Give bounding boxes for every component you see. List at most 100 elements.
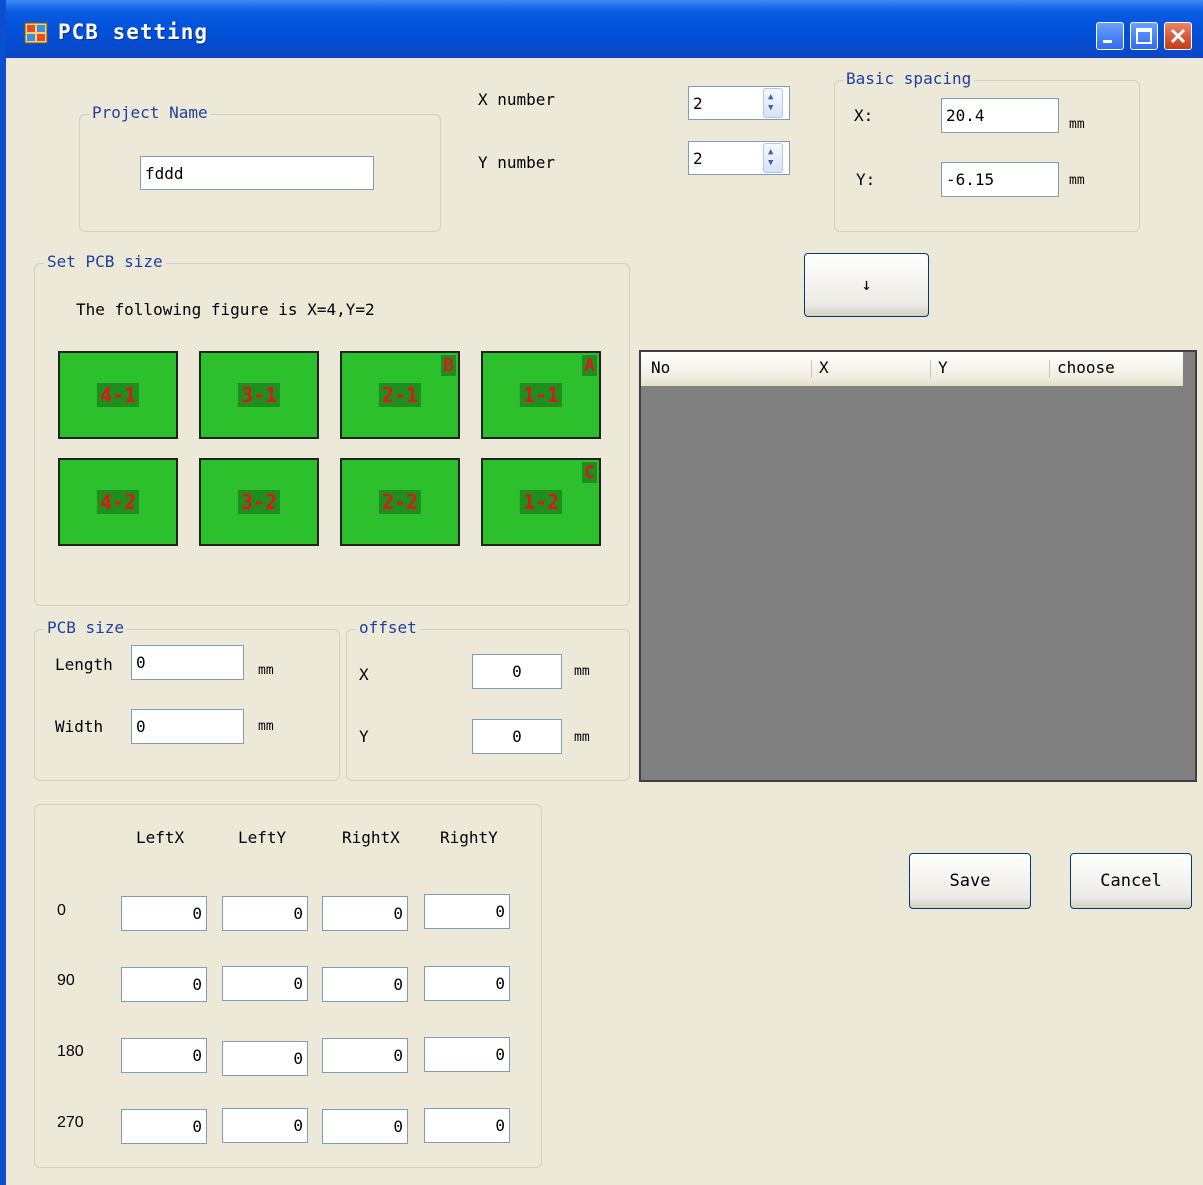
x-number-label: X number — [478, 90, 556, 109]
width-input[interactable] — [131, 709, 244, 744]
panel-label: 3-1 — [237, 383, 281, 407]
project-name-legend: Project Name — [89, 103, 211, 122]
panel-corner-marker: C — [582, 462, 597, 483]
spin-up-icon: ▲ — [768, 147, 774, 157]
panel-3-2: 3-2 — [199, 458, 319, 546]
length-input[interactable] — [131, 645, 244, 680]
transfer-down-button[interactable]: ↓ — [804, 253, 929, 317]
column-header-y[interactable]: Y — [938, 358, 948, 377]
lefty-180-input[interactable] — [222, 1041, 308, 1076]
angle-label-0: 0 — [57, 902, 66, 919]
column-divider[interactable] — [811, 360, 812, 378]
offset-y-unit: mm — [574, 730, 590, 745]
close-button[interactable] — [1164, 22, 1192, 50]
panel-label: 1-1 — [519, 383, 563, 407]
offset-group — [346, 629, 630, 781]
project-name-input[interactable] — [140, 156, 374, 190]
app-icon — [24, 22, 48, 44]
panel-label: 1-2 — [519, 490, 563, 514]
x-number-spin-buttons[interactable]: ▲ ▼ — [763, 88, 783, 118]
y-number-label: Y number — [478, 153, 556, 172]
panel-label: 3-2 — [237, 490, 281, 514]
cancel-button[interactable]: Cancel — [1070, 853, 1192, 909]
panel-1-2: C 1-2 — [481, 458, 601, 546]
maximize-icon — [1136, 28, 1152, 44]
save-button[interactable]: Save — [909, 853, 1031, 909]
window-title: PCB setting — [58, 20, 209, 44]
column-header-x[interactable]: X — [819, 358, 829, 377]
angle-label-270: 270 — [57, 1114, 84, 1131]
angle-label-90: 90 — [57, 972, 75, 989]
set-pcb-size-legend: Set PCB size — [44, 252, 166, 271]
leftx-90-input[interactable] — [121, 967, 207, 1002]
lefty-270-input[interactable] — [222, 1108, 308, 1143]
offset-y-label: Y — [359, 727, 369, 746]
spin-down-icon: ▼ — [768, 103, 774, 113]
spacing-y-label: Y: — [856, 170, 876, 189]
panel-2-1: B 2-1 — [340, 351, 460, 439]
header-leftx: LeftX — [136, 828, 185, 847]
column-divider[interactable] — [930, 360, 931, 378]
grid-header: No X Y choose — [641, 352, 1183, 386]
panel-label: 2-1 — [378, 383, 422, 407]
panel-corner-marker: A — [582, 355, 597, 376]
lefty-0-input[interactable] — [222, 896, 308, 931]
header-rightx: RightX — [342, 828, 400, 847]
leftx-270-input[interactable] — [121, 1109, 207, 1144]
rightx-0-input[interactable] — [322, 896, 408, 931]
panel-1-1: A 1-1 — [481, 351, 601, 439]
spacing-y-input[interactable] — [941, 162, 1059, 197]
offset-y-input[interactable] — [472, 719, 562, 754]
panel-4-2: 4-2 — [58, 458, 178, 546]
righty-90-input[interactable] — [424, 966, 510, 1001]
length-unit: mm — [258, 663, 274, 678]
pcb-setting-window: PCB setting Project Name X number ▲▼ Y n… — [0, 0, 1203, 1185]
rightx-90-input[interactable] — [322, 967, 408, 1002]
header-lefty: LeftY — [238, 828, 287, 847]
offset-x-unit: mm — [574, 664, 590, 679]
offset-x-input[interactable] — [472, 654, 562, 689]
arrow-down-icon: ↓ — [861, 275, 872, 295]
panel-2-2: 2-2 — [340, 458, 460, 546]
spacing-x-input[interactable] — [941, 98, 1059, 133]
figure-caption: The following figure is X=4,Y=2 — [76, 300, 375, 319]
righty-180-input[interactable] — [424, 1037, 510, 1072]
spacing-x-unit: mm — [1069, 117, 1085, 132]
panel-4-1: 4-1 — [58, 351, 178, 439]
header-righty: RightY — [440, 828, 498, 847]
panel-corner-marker: B — [441, 355, 456, 376]
spin-up-icon: ▲ — [768, 92, 774, 102]
rightx-270-input[interactable] — [322, 1109, 408, 1144]
position-data-grid[interactable]: No X Y choose — [639, 350, 1197, 782]
column-header-no[interactable]: No — [651, 358, 670, 377]
title-bar[interactable]: PCB setting — [6, 0, 1203, 58]
panel-label: 2-2 — [378, 490, 422, 514]
width-label: Width — [55, 717, 104, 736]
minimize-button[interactable] — [1096, 22, 1124, 50]
panel-label: 4-1 — [96, 383, 140, 407]
y-number-spin-buttons[interactable]: ▲ ▼ — [763, 143, 783, 173]
column-header-choose[interactable]: choose — [1057, 358, 1115, 377]
close-icon — [1170, 28, 1186, 44]
minimize-icon — [1103, 40, 1112, 43]
lefty-90-input[interactable] — [222, 966, 308, 1001]
offset-legend: offset — [356, 618, 420, 637]
leftx-180-input[interactable] — [121, 1038, 207, 1073]
width-unit: mm — [258, 719, 274, 734]
panel-3-1: 3-1 — [199, 351, 319, 439]
spacing-y-unit: mm — [1069, 173, 1085, 188]
maximize-button[interactable] — [1130, 22, 1158, 50]
spin-down-icon: ▼ — [768, 158, 774, 168]
leftx-0-input[interactable] — [121, 896, 207, 931]
righty-270-input[interactable] — [424, 1108, 510, 1143]
panel-label: 4-2 — [96, 490, 140, 514]
spacing-x-label: X: — [854, 106, 874, 125]
rightx-180-input[interactable] — [322, 1038, 408, 1073]
pcb-size-legend: PCB size — [44, 618, 128, 637]
length-label: Length — [55, 655, 113, 674]
basic-spacing-legend: Basic spacing — [843, 69, 975, 88]
angle-label-180: 180 — [57, 1043, 84, 1060]
righty-0-input[interactable] — [424, 894, 510, 929]
offset-x-label: X — [359, 665, 369, 684]
column-divider[interactable] — [1049, 360, 1050, 378]
